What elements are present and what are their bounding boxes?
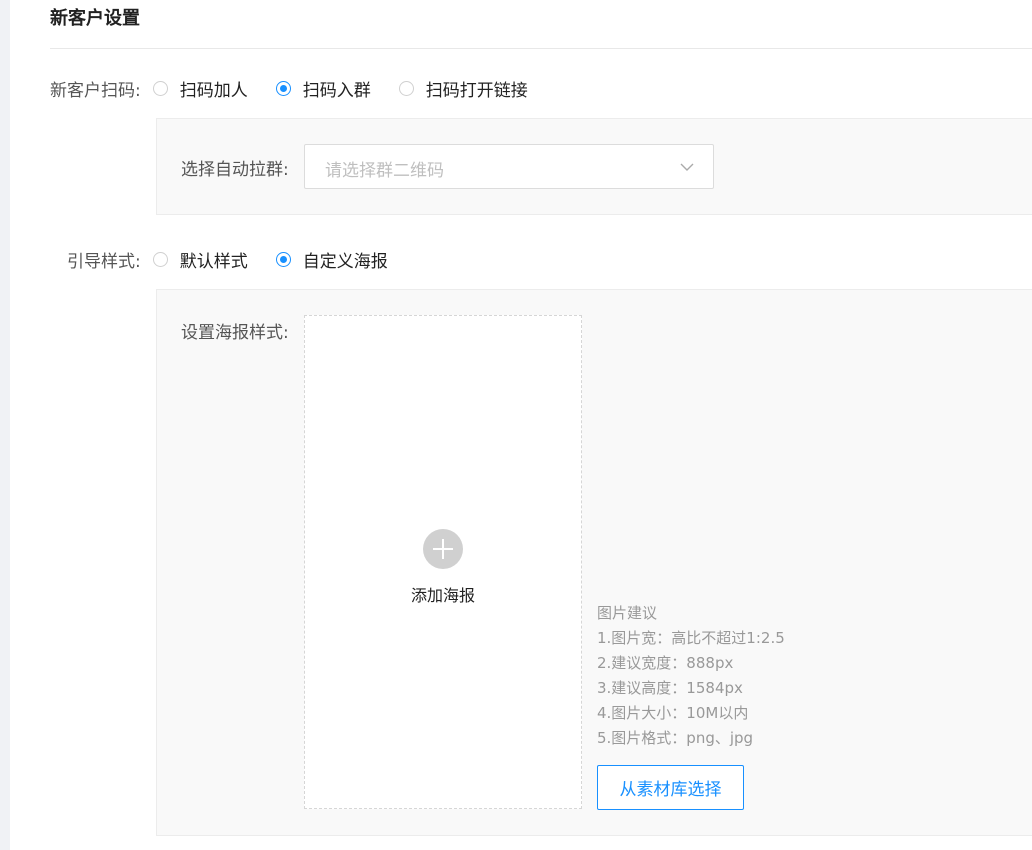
radio-circle-checked[interactable]: [275, 251, 291, 267]
guide-style-label: 引导样式:: [67, 251, 141, 272]
guide-style-row: 引导样式: 默认样式 自定义海报: [67, 247, 416, 272]
title-divider: [50, 48, 1032, 49]
radio-circle[interactable]: [398, 80, 414, 96]
section-title: 新客户设置: [50, 8, 140, 29]
scan-mode-row: 新客户扫码: 扫码加人 扫码入群 扫码打开链接: [50, 76, 556, 101]
radio-circle[interactable]: [152, 251, 168, 267]
tip-line: 2.建议宽度：888px: [597, 654, 734, 672]
poster-panel: [156, 289, 1032, 836]
radio-scan-join-group[interactable]: 扫码入群: [275, 76, 371, 101]
radio-label: 默认样式: [179, 251, 248, 272]
left-sidebar-edge: [0, 0, 10, 850]
group-select-row: 选择自动拉群:: [181, 155, 289, 180]
scan-mode-label: 新客户扫码:: [50, 80, 141, 101]
chevron-down-icon: [680, 163, 694, 171]
radio-circle-checked[interactable]: [275, 80, 291, 96]
plus-icon[interactable]: [423, 529, 463, 569]
radio-label: 扫码打开链接: [425, 80, 528, 101]
radio-label: 扫码加人: [179, 80, 248, 101]
group-select-label: 选择自动拉群:: [181, 159, 289, 180]
tip-line: 1.图片宽：高比不超过1:2.5: [597, 629, 785, 647]
add-poster-upload[interactable]: 添加海报: [304, 315, 582, 809]
radio-label: 自定义海报: [302, 251, 388, 272]
tip-line: 3.建议高度：1584px: [597, 679, 743, 697]
radio-label: 扫码入群: [302, 80, 371, 101]
tip-line: 4.图片大小：10M以内: [597, 704, 749, 722]
group-qr-select[interactable]: 请选择群二维码: [304, 144, 714, 189]
radio-scan-open-link[interactable]: 扫码打开链接: [398, 76, 528, 101]
group-qr-select-placeholder: 请选择群二维码: [325, 161, 444, 181]
radio-custom-poster[interactable]: 自定义海报: [275, 247, 388, 272]
add-poster-label: 添加海报: [410, 586, 475, 605]
poster-style-label: 设置海报样式:: [181, 322, 289, 343]
poster-style-row: 设置海报样式:: [181, 318, 289, 343]
tip-line: 5.图片格式：png、jpg: [597, 729, 754, 747]
radio-circle[interactable]: [152, 80, 168, 96]
radio-scan-add-person[interactable]: 扫码加人: [152, 76, 248, 101]
tips-title: 图片建议: [597, 604, 658, 622]
image-tips: 图片建议 1.图片宽：高比不超过1:2.5 2.建议宽度：888px 3.建议高…: [597, 601, 785, 751]
radio-default-style[interactable]: 默认样式: [152, 247, 248, 272]
select-from-library-button[interactable]: 从素材库选择: [597, 765, 744, 810]
